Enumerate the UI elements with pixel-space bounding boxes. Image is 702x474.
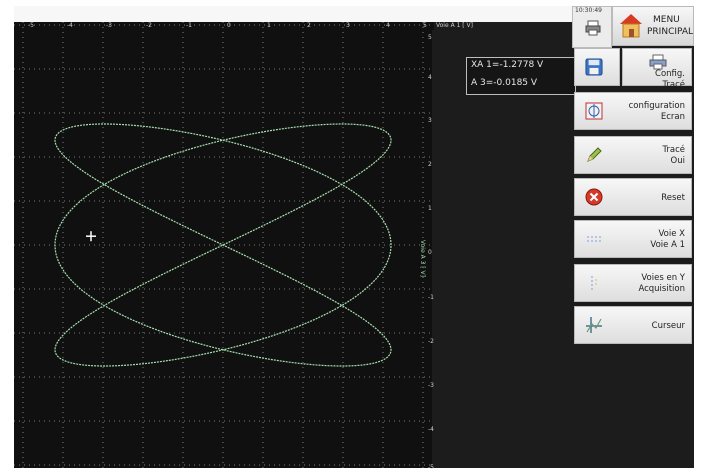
curseur-label: Curseur [651, 321, 685, 331]
y-tick: 3 [428, 117, 432, 124]
y-tick: 2 [428, 161, 432, 168]
reset-button[interactable]: Reset [574, 178, 692, 216]
y-axis-label: Voie A 3 [ V] [419, 240, 426, 278]
trace-toggle-label: Tracé Oui [662, 145, 685, 166]
x-axis-label: Voie A 1 [ V] [436, 22, 474, 29]
config-trace-label: Config. Tracé [655, 69, 685, 90]
clock-panel[interactable]: 10:30:49 [572, 6, 612, 48]
menu-label-line1: MENU [653, 15, 680, 25]
curseur-button[interactable]: Curseur [574, 306, 692, 344]
readout-y-value: A 3=-0.0185 V [471, 78, 538, 88]
x-tick: -2 [146, 22, 152, 29]
y-tick: 4 [428, 74, 432, 81]
reset-label: Reset [661, 193, 685, 203]
x-tick: 4 [386, 22, 390, 29]
voies-y-button[interactable]: Voies en Y Acquisition [574, 264, 692, 302]
floppy-disk-icon [585, 58, 603, 76]
y-tick: -3 [428, 382, 434, 389]
save-screen-button[interactable] [574, 48, 620, 86]
cursor-crosshair-icon [586, 317, 602, 333]
y-tick: 5 [428, 34, 432, 41]
y-tick: 1 [428, 205, 432, 212]
readout-x-value: XA 1=-1.2778 V [471, 60, 544, 70]
cursor-readout: XA 1=-1.2778 V A 3=-0.0185 V [466, 57, 576, 95]
y-channel-icon [591, 276, 597, 290]
top-scale-bar [14, 6, 574, 30]
x-tick: -5 [28, 22, 34, 29]
pencil-icon [587, 147, 602, 162]
voie-x-label: Voie X Voie A 1 [650, 229, 685, 250]
x-tick: 0 [227, 22, 231, 29]
trace-toggle-button[interactable]: Tracé Oui [574, 136, 692, 174]
printer-icon [585, 20, 601, 36]
cancel-icon [585, 188, 603, 206]
x-tick: -4 [67, 22, 73, 29]
voies-y-label: Voies en Y Acquisition [638, 273, 685, 294]
configuration-ecran-label: configuration Ecran [628, 101, 685, 122]
x-tick: 5 [423, 22, 427, 29]
x-tick: -3 [106, 22, 112, 29]
cursor-marker[interactable] [86, 231, 96, 242]
y-tick: 0 [428, 249, 432, 256]
xy-plot-svg [14, 22, 432, 468]
lissajous-trace [54, 123, 392, 367]
y-tick: -4 [428, 426, 434, 433]
x-channel-icon [587, 236, 601, 242]
config-trace-button[interactable]: Config. Tracé [622, 48, 692, 90]
y-tick: -1 [428, 294, 434, 301]
home-icon [620, 14, 642, 38]
menu-label-line2: PRINCIPAL [647, 27, 694, 37]
clock-time: 10:30:49 [575, 7, 602, 14]
xy-plot-area[interactable] [14, 22, 432, 468]
x-tick: 3 [346, 22, 350, 29]
x-tick: 2 [307, 22, 311, 29]
y-tick: -5 [428, 464, 434, 471]
y-tick: -2 [428, 338, 434, 345]
voie-x-button[interactable]: Voie X Voie A 1 [574, 220, 692, 258]
screen-config-icon [585, 102, 603, 120]
x-tick: 1 [267, 22, 271, 29]
x-tick: -1 [186, 22, 192, 29]
configuration-ecran-button[interactable]: configuration Ecran [574, 92, 692, 130]
main-menu-button[interactable]: MENU PRINCIPAL [612, 6, 694, 46]
